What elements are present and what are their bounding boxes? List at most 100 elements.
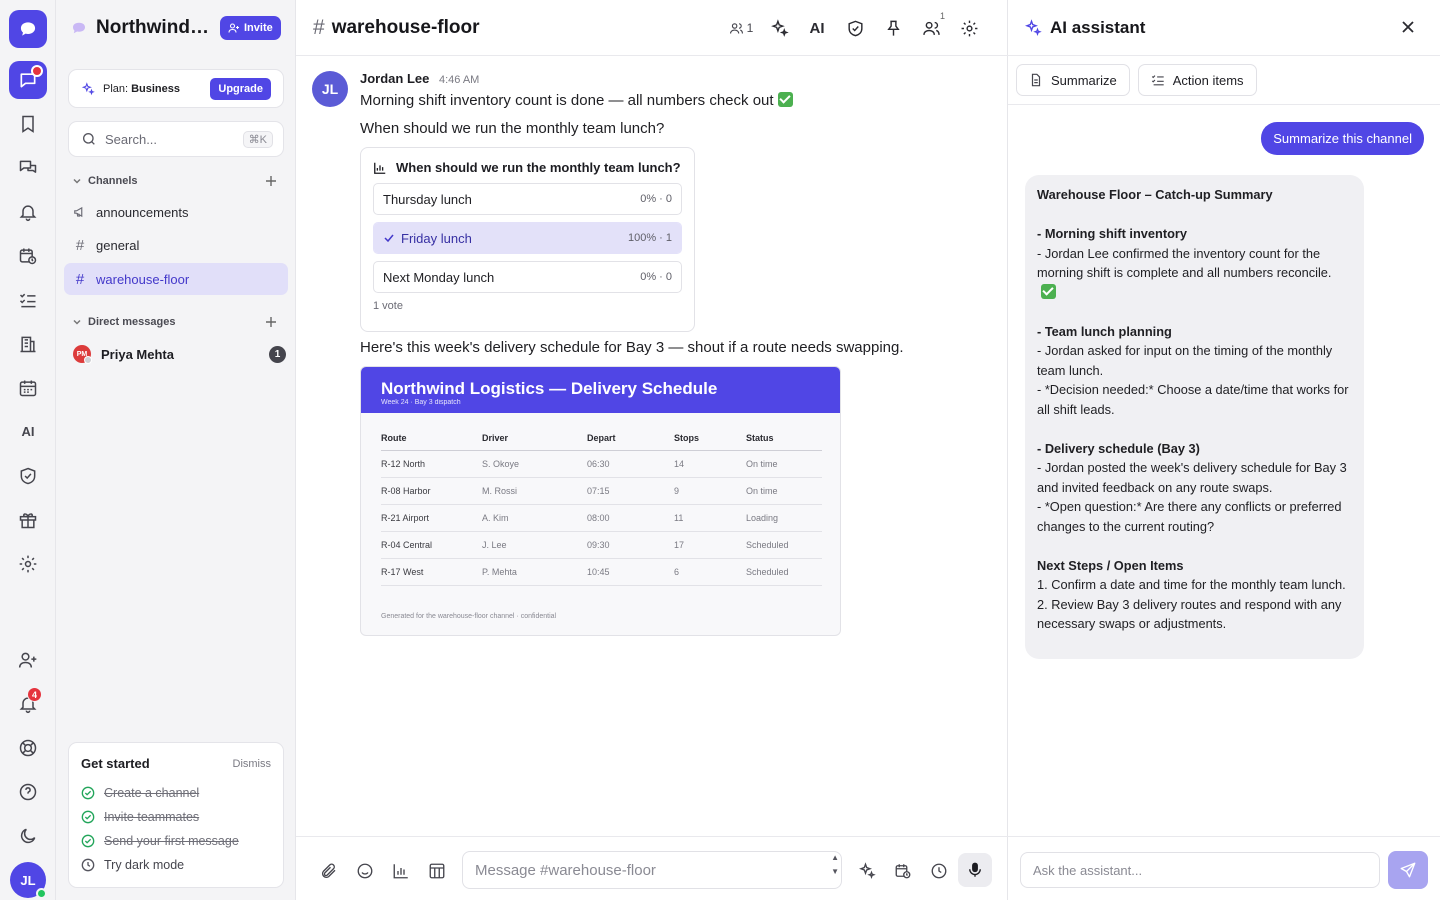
table-row: R-12 North S. Okoye 06:30 14 On time <box>381 450 822 478</box>
bell-icon[interactable] <box>9 193 47 231</box>
building-icon[interactable] <box>9 325 47 363</box>
summary-text: - *Decision needed:* Choose a date/time … <box>1037 382 1349 417</box>
schedule-title: Northwind Logistics — Delivery Schedule <box>381 379 718 398</box>
channel-item-announcements[interactable]: announcements <box>64 196 288 228</box>
moon-icon[interactable] <box>9 817 47 855</box>
divider <box>1008 104 1440 105</box>
notifications-icon[interactable]: 4 <box>9 685 47 723</box>
upgrade-button[interactable]: Upgrade <box>210 77 271 100</box>
table-cell: 07:15 <box>587 477 674 505</box>
checklist-item[interactable]: Try dark mode <box>81 853 271 877</box>
channel-title: warehouse-floor <box>331 16 480 38</box>
table-row: R-17 West P. Mehta 10:45 6 Scheduled <box>381 558 822 586</box>
ai-nav-icon[interactable]: AI <box>9 412 47 450</box>
template-icon[interactable] <box>428 862 446 880</box>
schedule-image-attachment[interactable]: Northwind Logistics — Delivery Schedule … <box>360 366 841 636</box>
clock-icon[interactable] <box>930 862 948 880</box>
notification-badge: 4 <box>27 687 42 702</box>
header-toolbar: 1 AI 1 <box>722 11 988 42</box>
add-dm-icon[interactable] <box>264 315 278 329</box>
table-row: R-08 Harbor M. Rossi 07:15 9 On time <box>381 477 822 505</box>
add-user-icon[interactable] <box>9 641 47 679</box>
schedule-table: Route Driver Depart Stops Status R-12 No… <box>381 433 822 586</box>
security-button[interactable] <box>836 14 874 42</box>
sparkle-icon <box>770 18 789 37</box>
table-cell: 08:00 <box>587 504 674 532</box>
summarize-button[interactable]: Summarize <box>1016 64 1130 96</box>
microphone-button[interactable] <box>958 853 992 887</box>
shield-icon <box>847 20 863 36</box>
gift-icon[interactable] <box>9 501 47 539</box>
checklist-item[interactable]: Invite teammates <box>81 805 271 829</box>
dm-item-priya-mehta[interactable]: PM Priya Mehta 1 <box>64 341 288 367</box>
paperclip-icon[interactable] <box>320 862 338 880</box>
poll-option[interactable]: Thursday lunch 0% · 0 <box>373 183 682 215</box>
checklist-label: Send your first message <box>104 834 239 848</box>
search-input[interactable]: Search... ⌘K <box>68 121 284 157</box>
poll-option-result: 0% · 0 <box>640 193 672 205</box>
poll-option-selected[interactable]: Friday lunch 100% · 1 <box>373 222 682 254</box>
avatar[interactable]: JL <box>312 71 348 107</box>
checklist-item[interactable]: Send your first message <box>81 829 271 853</box>
members-button[interactable]: 1 <box>912 11 950 42</box>
summary-section-heading: Next Steps / Open Items <box>1037 557 1184 573</box>
channel-name: warehouse-floor <box>96 271 190 287</box>
workspace-icon <box>73 22 85 34</box>
check-circle-icon <box>81 834 95 848</box>
checklist-label: Try dark mode <box>104 858 185 872</box>
pin-button[interactable] <box>874 14 912 42</box>
chevron-down-icon <box>73 319 81 325</box>
lifebuoy-icon[interactable] <box>9 729 47 767</box>
arrow-up-icon[interactable]: ▲ <box>831 854 839 862</box>
checklist-item[interactable]: Create a channel <box>81 781 271 805</box>
channels-section-header[interactable]: Channels <box>72 174 278 188</box>
poll-option-label: Next Monday lunch <box>383 269 495 285</box>
send-icon <box>1400 862 1416 878</box>
sparkle-icon[interactable] <box>858 862 876 880</box>
invite-button[interactable]: Invite <box>220 16 281 40</box>
ai-sparkle-button[interactable] <box>760 14 798 42</box>
sparkle-icon <box>1025 18 1042 36</box>
poll-option[interactable]: Next Monday lunch 0% · 0 <box>373 261 682 293</box>
user-avatar[interactable]: JL <box>10 862 47 899</box>
member-count-button[interactable]: 1 <box>722 14 760 42</box>
add-channel-icon[interactable] <box>264 174 278 188</box>
dismiss-button[interactable]: Dismiss <box>233 758 272 770</box>
assistant-response-bubble: Warehouse Floor – Catch-up Summary - Mor… <box>1025 175 1364 659</box>
dm-section-header[interactable]: Direct messages <box>72 315 278 329</box>
bookmark-icon[interactable] <box>9 105 47 143</box>
calendar-clock-icon[interactable] <box>9 237 47 275</box>
tasks-icon[interactable] <box>9 281 47 319</box>
channel-item-general[interactable]: # general <box>64 229 288 261</box>
schedule-send-icon[interactable] <box>894 862 912 880</box>
search-shortcut: ⌘K <box>242 130 273 148</box>
column-header: Depart <box>587 433 674 451</box>
arrow-down-icon[interactable]: ▼ <box>831 868 839 876</box>
gear-icon[interactable] <box>9 545 47 583</box>
message-author[interactable]: Jordan Lee <box>360 71 429 86</box>
poll-icon[interactable] <box>392 862 410 880</box>
sparkle-icon <box>81 81 95 95</box>
emoji-icon[interactable] <box>356 862 374 880</box>
send-button[interactable] <box>1388 851 1428 889</box>
assistant-input[interactable]: Ask the assistant... <box>1020 852 1380 888</box>
table-cell: Loading <box>746 504 822 532</box>
message-input[interactable]: Message #warehouse-floor ▲ ▼ <box>462 851 842 889</box>
ai-button[interactable]: AI <box>798 14 836 42</box>
app-logo-icon[interactable] <box>9 10 47 48</box>
table-cell: A. Kim <box>482 504 587 532</box>
close-icon[interactable] <box>1400 19 1416 35</box>
channel-item-warehouse-floor[interactable]: # warehouse-floor <box>64 263 288 295</box>
help-icon[interactable] <box>9 773 47 811</box>
calendar-icon[interactable] <box>9 369 47 407</box>
message-composer: Message #warehouse-floor ▲ ▼ <box>296 836 1008 900</box>
shield-icon[interactable] <box>9 457 47 495</box>
action-items-button[interactable]: Action items <box>1137 64 1257 96</box>
table-row: R-04 Central J. Lee 09:30 17 Scheduled <box>381 531 822 559</box>
members-badge: 1 <box>939 11 945 21</box>
threads-icon[interactable] <box>9 149 47 187</box>
history-arrows[interactable]: ▲ ▼ <box>831 854 839 876</box>
workspace-name[interactable]: Northwind Logistics <box>96 17 214 39</box>
chat-nav-icon[interactable] <box>9 61 47 99</box>
channel-settings-button[interactable] <box>950 14 988 42</box>
